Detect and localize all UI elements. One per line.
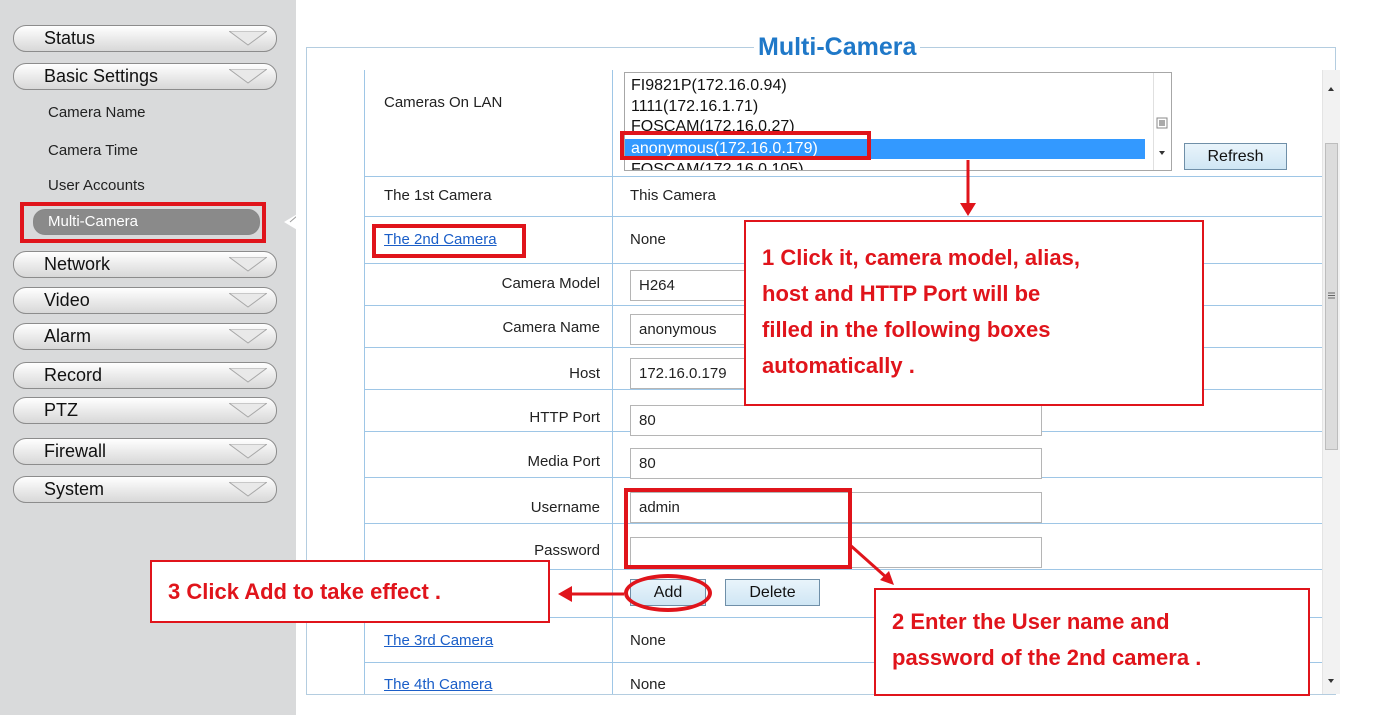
- arrow-icon: [849, 543, 894, 585]
- arrow-icon: [558, 586, 624, 602]
- annotation-arrows: [558, 160, 976, 602]
- arrow-icon: [960, 160, 976, 216]
